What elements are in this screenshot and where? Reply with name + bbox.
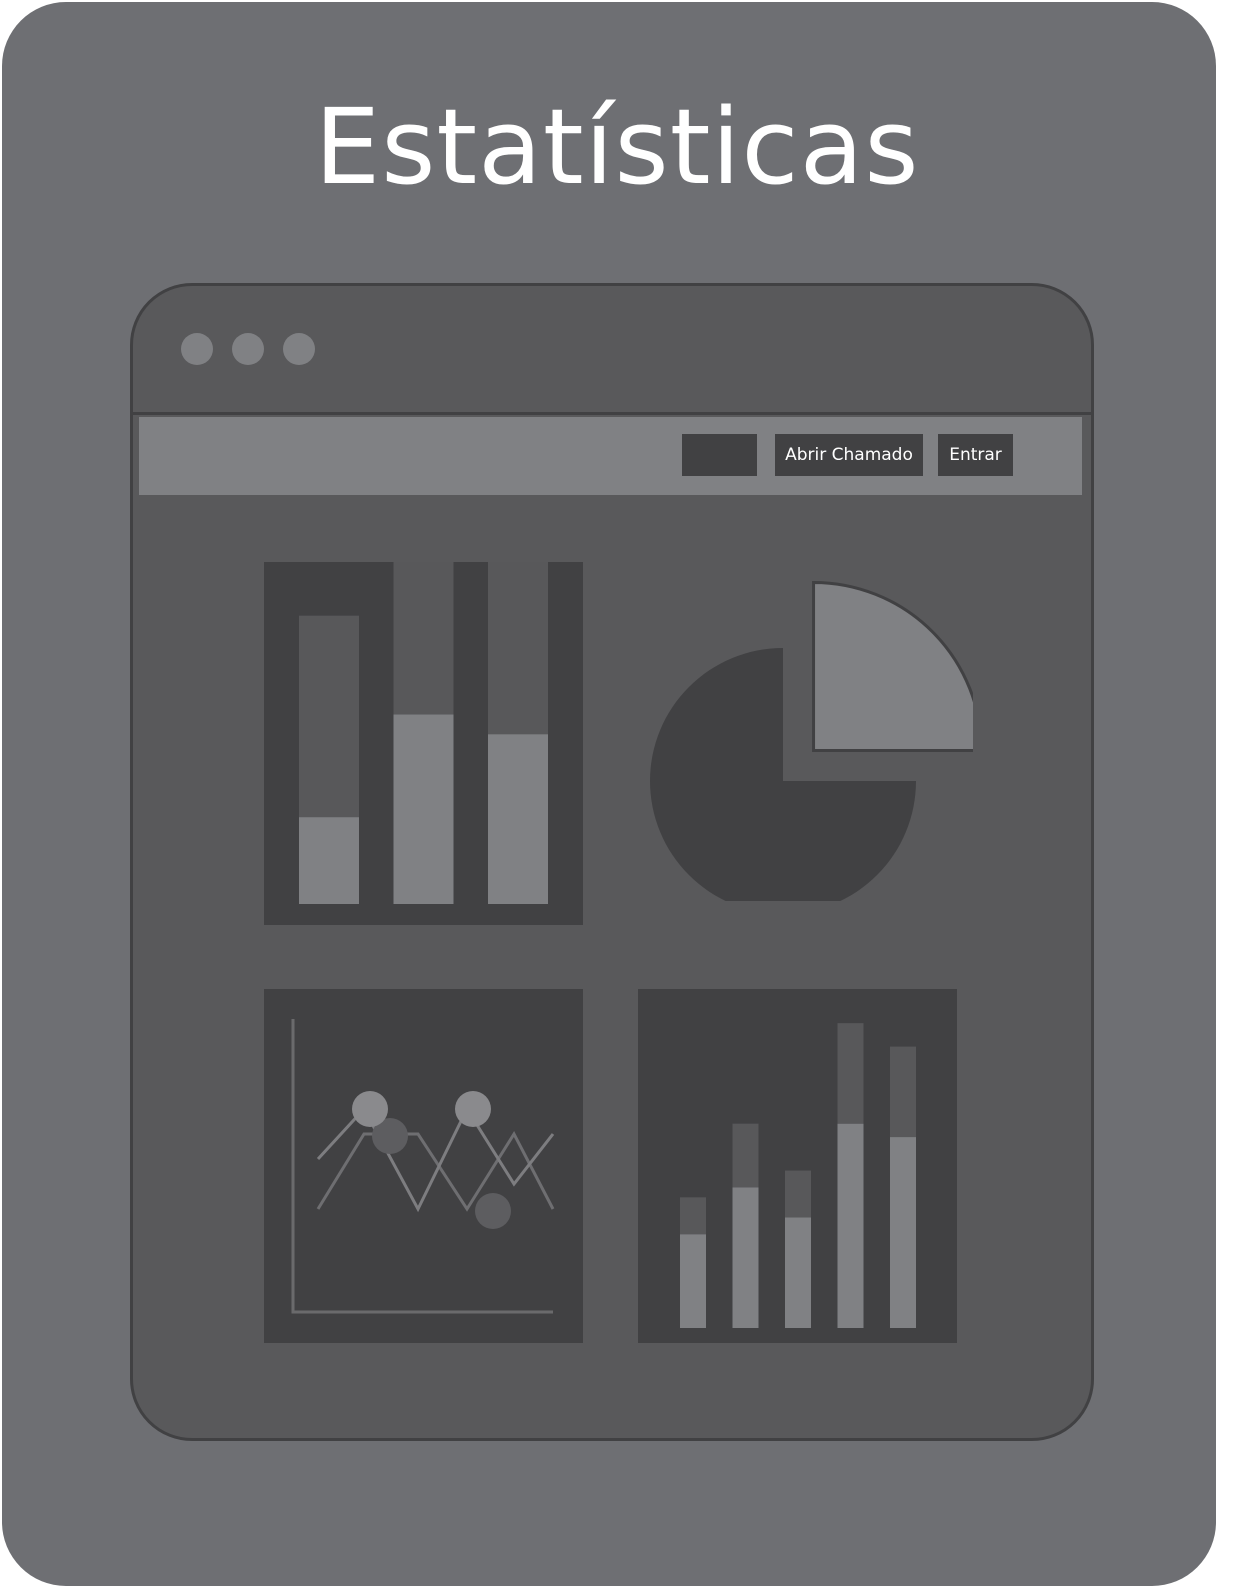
navbar: Abrir Chamado Entrar [139,417,1082,495]
bar-segment [488,562,548,735]
data-point-marker [475,1193,511,1229]
stacked-bar-chart-panel [264,562,583,925]
bar-segment [732,1123,759,1188]
window-dot-3[interactable] [283,333,315,365]
bar-segment [837,1123,864,1328]
nav-blank-button[interactable] [682,434,757,476]
login-button[interactable]: Entrar [938,434,1013,476]
bar-segment [890,1046,916,1138]
pie-chart [650,580,973,901]
bar-chart [680,1023,916,1328]
axis-lines [291,1019,553,1314]
bar-segment [393,562,454,715]
browser-window: Abrir Chamado Entrar [130,283,1094,1441]
window-titlebar [133,286,1091,415]
data-point-marker [352,1091,388,1127]
bar-chart-panel [638,989,957,1343]
bar-segment [680,1197,706,1235]
bar-segment [732,1187,759,1328]
line-chart [291,1019,555,1314]
page-title: Estatísticas [314,86,920,208]
bar-segment [680,1234,706,1328]
bar-segment [299,817,359,904]
bar-segment [299,615,359,818]
bar-segment [488,734,548,904]
data-point-marker [455,1091,491,1127]
open-ticket-button[interactable]: Abrir Chamado [775,434,923,476]
stacked-bar-chart [299,562,548,904]
bar-segment [785,1170,811,1218]
window-dot-2[interactable] [232,333,264,365]
bar-segment [837,1023,864,1124]
pie-slice [812,580,973,752]
bar-segment [785,1217,811,1328]
line-chart-panel [264,989,583,1343]
bar-segment [393,714,454,904]
bar-segment [890,1137,916,1328]
window-dot-1[interactable] [181,333,213,365]
